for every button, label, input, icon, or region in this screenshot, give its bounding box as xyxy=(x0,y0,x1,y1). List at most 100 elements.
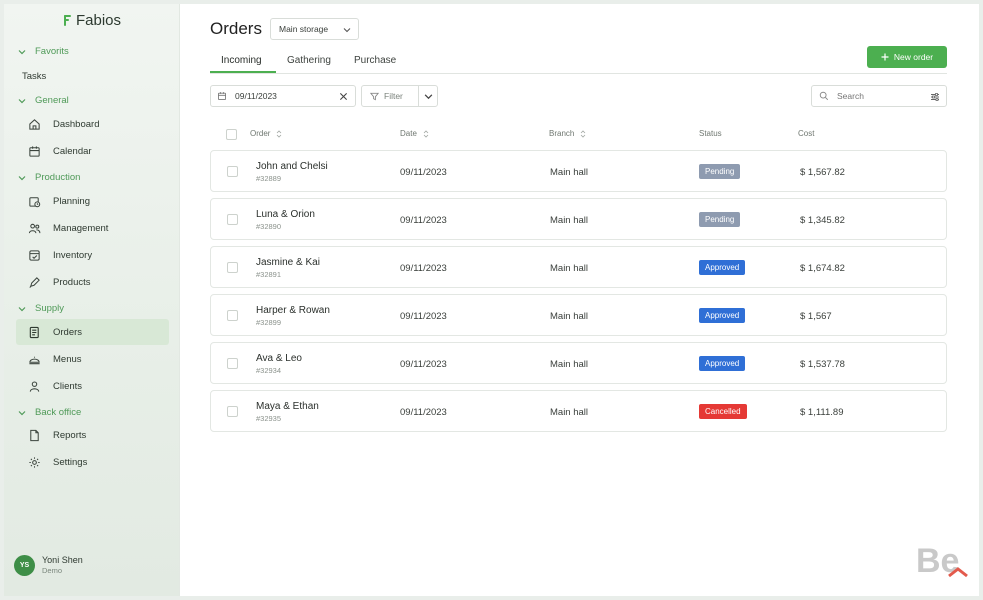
sidebar-item-dashboard[interactable]: Dashboard xyxy=(16,111,169,137)
sidebar-item-label: Settings xyxy=(53,456,88,468)
storage-select[interactable]: Main storage xyxy=(270,18,359,40)
section-back-office[interactable]: Back office xyxy=(18,407,81,418)
table-row[interactable]: Luna & Orion #32890 09/11/2023 Main hall… xyxy=(210,198,947,240)
sidebar-item-label: Menus xyxy=(53,353,82,365)
search-box[interactable] xyxy=(811,85,947,107)
select-all-checkbox[interactable] xyxy=(226,129,237,140)
new-order-button[interactable]: New order xyxy=(867,46,947,68)
home-icon xyxy=(29,118,40,130)
order-branch: Main hall xyxy=(550,167,589,178)
behance-logo: Be xyxy=(916,542,968,578)
order-cost: $ 1,674.82 xyxy=(800,263,845,274)
chevron-down-icon xyxy=(18,98,26,103)
column-label: Cost xyxy=(798,129,815,138)
sidebar-item-clients[interactable]: Clients xyxy=(16,373,169,399)
chevron-down-icon xyxy=(18,175,26,180)
section-general[interactable]: General xyxy=(18,95,69,106)
gear-icon xyxy=(29,456,40,468)
app-logo[interactable]: Fabios xyxy=(64,12,121,29)
sidebar-item-reports[interactable]: Reports xyxy=(16,422,169,448)
table-row[interactable]: Harper & Rowan #32899 09/11/2023 Main ha… xyxy=(210,294,947,336)
order-cost: $ 1,111.89 xyxy=(800,407,844,418)
logo-icon xyxy=(64,15,71,26)
row-checkbox[interactable] xyxy=(227,262,238,273)
section-production[interactable]: Production xyxy=(18,172,80,183)
order-name: Maya & Ethan xyxy=(256,401,319,412)
column-date[interactable]: Date xyxy=(400,129,429,138)
chevron-down-icon xyxy=(18,306,26,311)
sidebar-item-orders[interactable]: Orders xyxy=(16,319,169,345)
search-icon xyxy=(819,91,829,101)
sidebar-item-label: Products xyxy=(53,276,91,288)
order-date: 09/11/2023 xyxy=(400,263,447,274)
sidebar-item-planning[interactable]: Planning xyxy=(16,188,169,214)
file-icon xyxy=(30,429,39,441)
sidebar-item-calendar[interactable]: Calendar xyxy=(16,138,169,164)
sliders-icon[interactable] xyxy=(930,92,940,102)
order-id: #32890 xyxy=(256,222,282,231)
row-checkbox[interactable] xyxy=(227,214,238,225)
tab-purchase[interactable]: Purchase xyxy=(354,55,396,66)
user-icon xyxy=(29,380,40,392)
sidebar-item-label: Planning xyxy=(53,195,90,207)
sidebar-item-products[interactable]: Products xyxy=(16,269,169,295)
order-id: #32889 xyxy=(256,174,282,183)
chevron-down-icon xyxy=(18,410,26,415)
sidebar-item-label: Reports xyxy=(53,429,87,441)
inventory-icon xyxy=(29,249,40,261)
pen-icon xyxy=(29,276,40,288)
table-row[interactable]: Maya & Ethan #32935 09/11/2023 Main hall… xyxy=(210,390,947,432)
status-badge: Approved xyxy=(699,308,746,323)
sidebar-item-settings[interactable]: Settings xyxy=(16,449,169,475)
select-all-cell xyxy=(226,129,237,140)
table-row[interactable]: John and Chelsi #32889 09/11/2023 Main h… xyxy=(210,150,947,192)
filter-label: Filter xyxy=(384,91,403,101)
date-filter-field[interactable]: 09/11/2023 xyxy=(210,85,356,107)
column-branch[interactable]: Branch xyxy=(549,129,586,138)
search-input[interactable] xyxy=(837,91,923,101)
date-filter-value: 09/11/2023 xyxy=(235,91,277,101)
sidebar-item-label: Orders xyxy=(53,326,83,338)
sidebar-item-inventory[interactable]: Inventory xyxy=(16,242,169,268)
document-icon xyxy=(29,326,39,338)
status-badge: Approved xyxy=(699,260,746,275)
table-row[interactable]: Jasmine & Kai #32891 09/11/2023 Main hal… xyxy=(210,246,947,288)
storage-select-value: Main storage xyxy=(279,24,329,34)
people-icon xyxy=(28,223,41,233)
table-row[interactable]: Ava & Leo #32934 09/11/2023 Main hall Ap… xyxy=(210,342,947,384)
filter-dropdown-button[interactable] xyxy=(418,85,438,107)
order-branch: Main hall xyxy=(550,215,589,226)
user-profile[interactable]: YS Yoni Shen Demo xyxy=(14,555,83,576)
order-date: 09/11/2023 xyxy=(400,167,447,178)
row-checkbox[interactable] xyxy=(227,406,238,417)
tab-incoming[interactable]: Incoming xyxy=(221,55,262,66)
sidebar-item-label: Dashboard xyxy=(53,118,100,130)
tab-bar: Incoming Gathering Purchase xyxy=(210,50,947,74)
clear-icon[interactable] xyxy=(339,92,348,101)
order-name: John and Chelsi xyxy=(256,161,328,172)
section-label: General xyxy=(35,95,69,106)
row-checkbox[interactable] xyxy=(227,166,238,177)
planning-icon xyxy=(29,196,41,207)
section-supply[interactable]: Supply xyxy=(18,303,64,314)
row-checkbox[interactable] xyxy=(227,358,238,369)
user-name: Yoni Shen xyxy=(42,555,83,565)
new-order-label: New order xyxy=(893,52,934,62)
row-checkbox[interactable] xyxy=(227,310,238,321)
section-label: Supply xyxy=(35,303,65,314)
tab-gathering[interactable]: Gathering xyxy=(287,55,331,66)
user-role: Demo xyxy=(42,566,63,575)
column-order[interactable]: Order xyxy=(250,129,282,138)
chevron-down-icon xyxy=(343,28,351,33)
table-header: Order Date Branch Status Cost xyxy=(210,126,947,142)
sidebar-item-management[interactable]: Management xyxy=(16,215,169,241)
sidebar-item-tasks[interactable]: Tasks xyxy=(22,71,46,82)
status-badge: Cancelled xyxy=(699,404,747,419)
filter-button[interactable]: Filter xyxy=(361,85,419,107)
sidebar-item-menus[interactable]: Menus xyxy=(16,346,169,372)
order-name: Jasmine & Kai xyxy=(256,257,320,268)
section-favorits[interactable]: Favorits xyxy=(18,46,69,57)
sidebar: Fabios Favorits Tasks General Dashboard … xyxy=(4,4,180,596)
chevron-down-icon xyxy=(18,49,26,54)
order-branch: Main hall xyxy=(550,311,589,322)
